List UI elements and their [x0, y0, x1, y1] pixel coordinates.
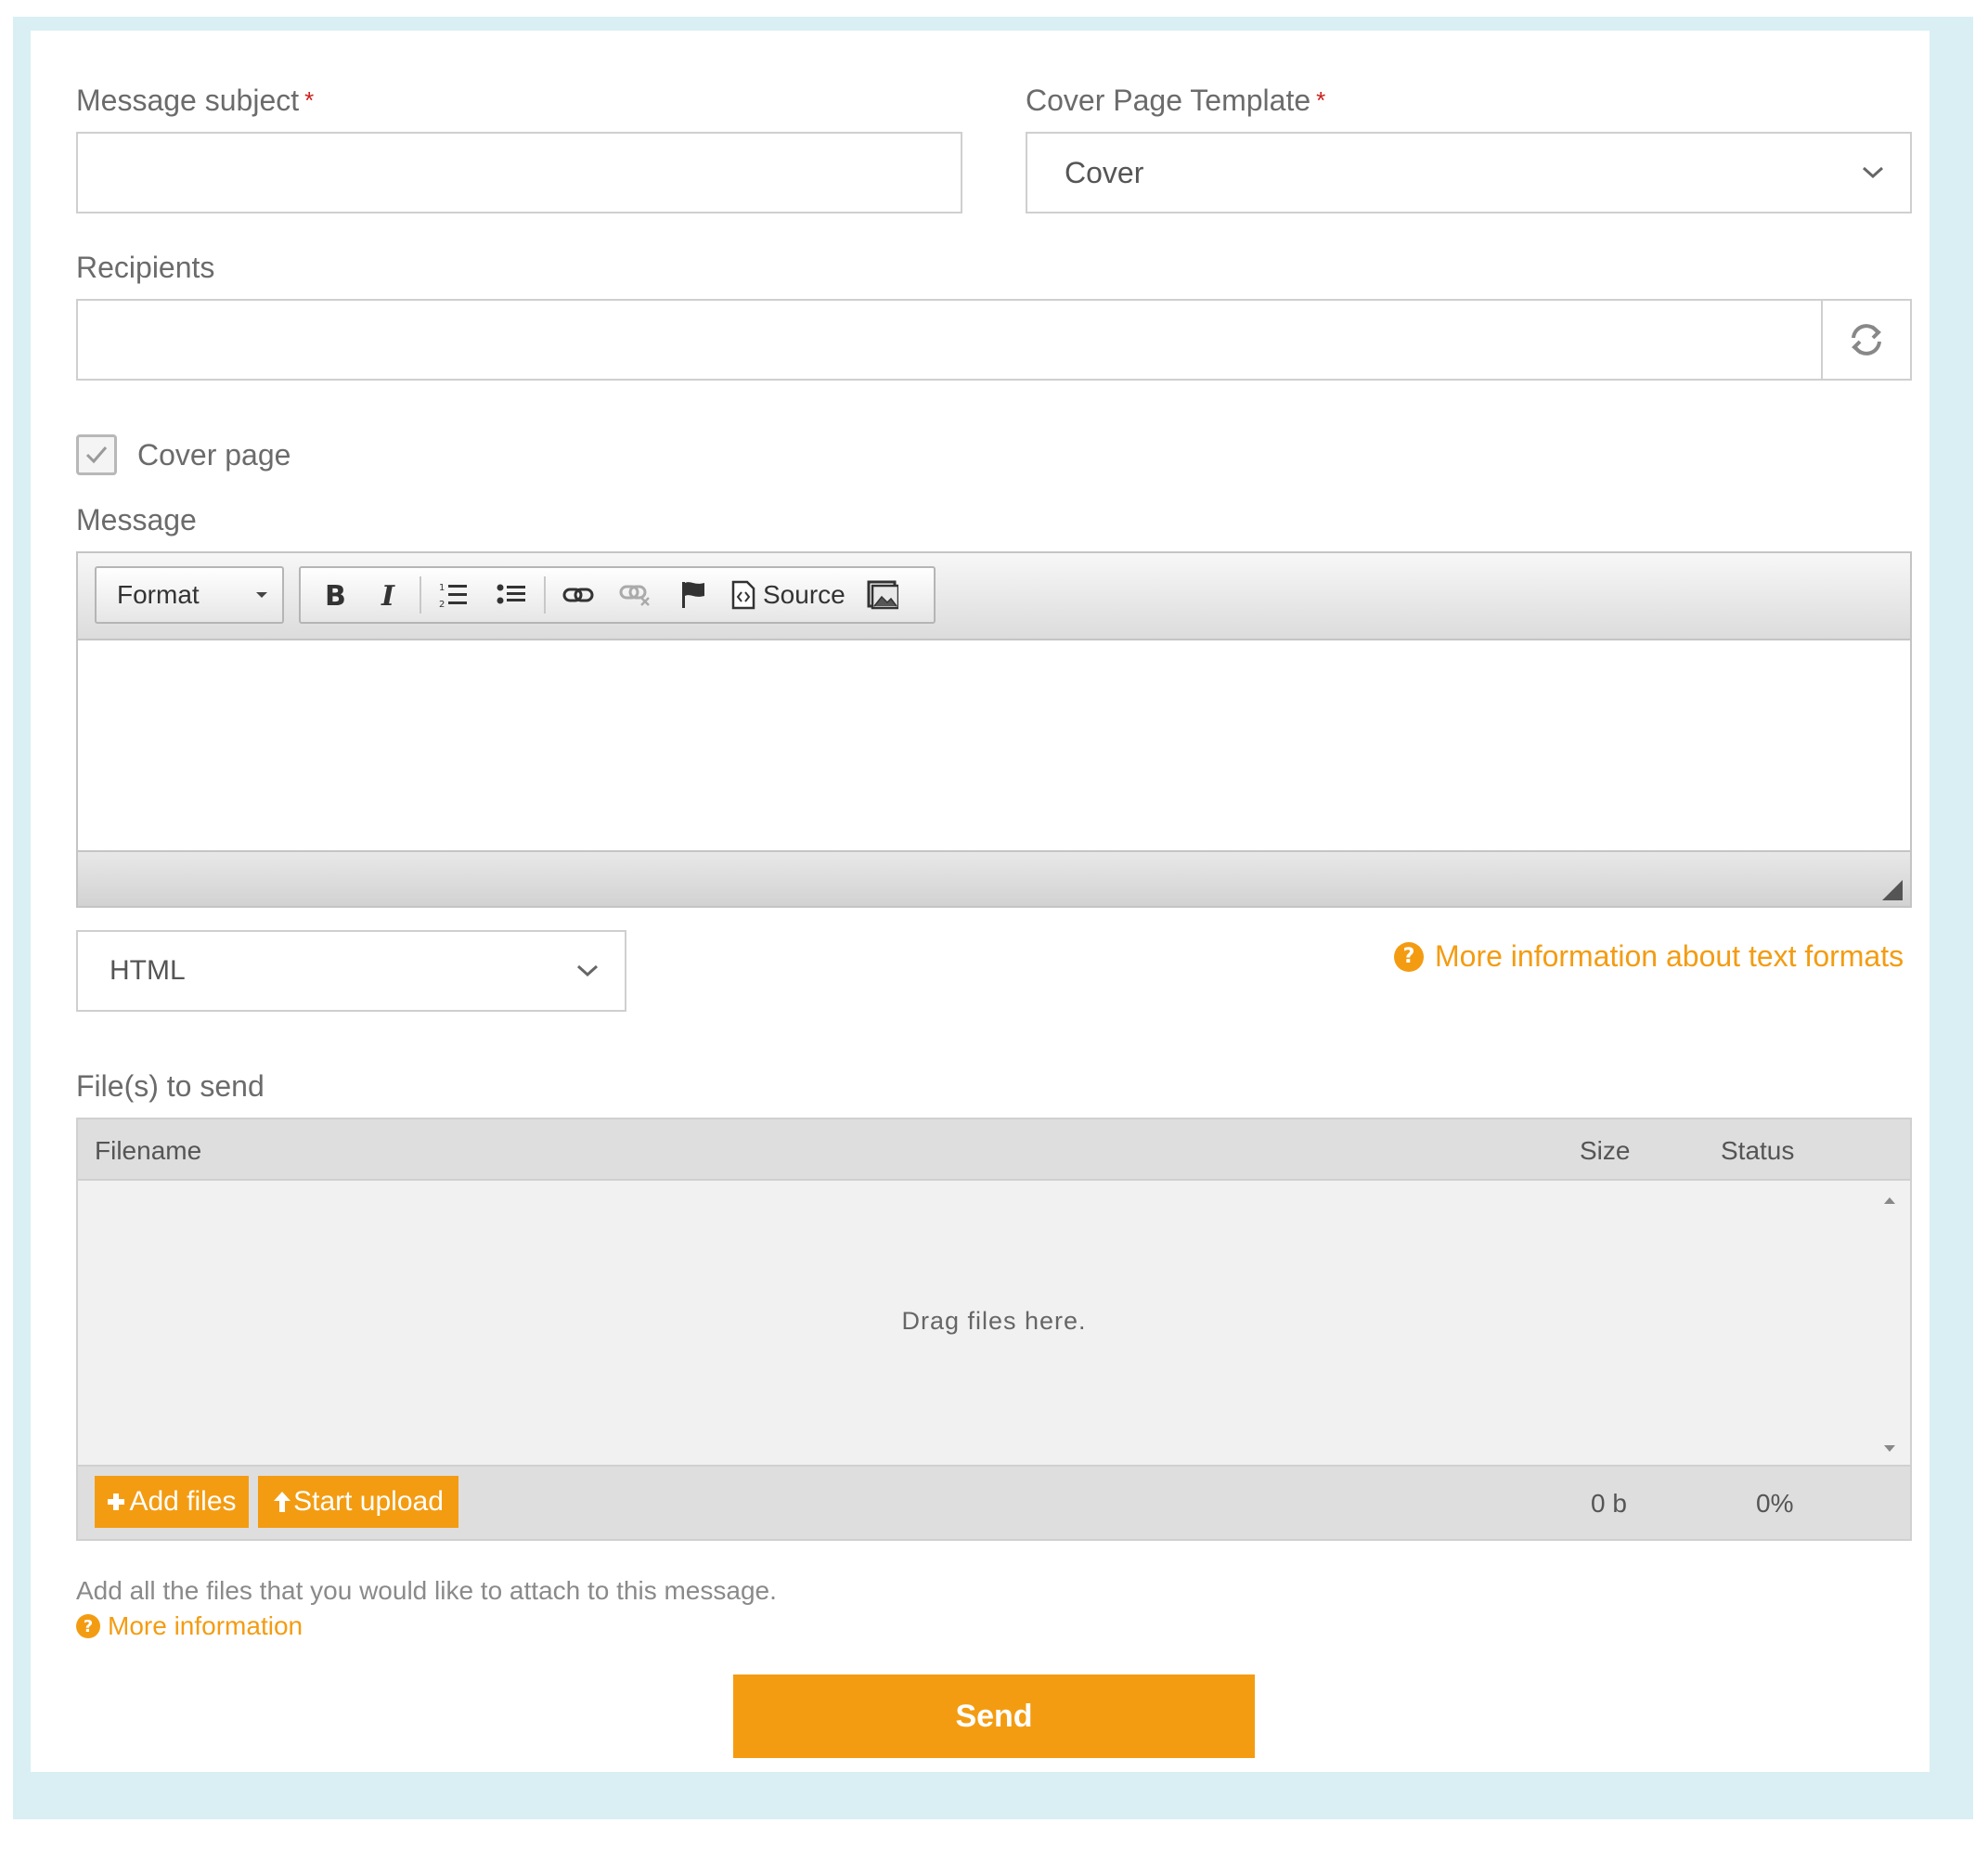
svg-text:1: 1 — [439, 583, 445, 593]
recipients-label: Recipients — [76, 251, 215, 284]
bold-icon: B — [325, 580, 346, 610]
total-status: 0% — [1756, 1489, 1794, 1518]
bulleted-list-button[interactable] — [483, 568, 540, 622]
text-format-select[interactable]: HTML — [76, 930, 626, 1012]
required-mark: * — [304, 86, 315, 114]
file-upload-area[interactable]: Filename Size Status Drag files here. Ad… — [76, 1118, 1912, 1541]
formatting-toolbar-group: B I 1 2 Source — [299, 566, 936, 624]
svg-text:B: B — [325, 580, 346, 610]
file-drop-zone[interactable]: Drag files here. — [78, 1181, 1910, 1465]
subject-label: Message subject * — [76, 85, 314, 115]
numbered-list-button[interactable]: 1 2 — [425, 568, 483, 622]
image-icon — [867, 580, 898, 610]
text-format-value: HTML — [110, 955, 186, 986]
bulleted-list-icon — [497, 584, 525, 604]
text-formats-info-label: More information about text formats — [1435, 939, 1904, 973]
files-info-link[interactable]: ? More information — [76, 1611, 303, 1641]
message-label: Message — [76, 503, 197, 537]
toolbar-separator — [544, 576, 546, 614]
image-button[interactable] — [855, 568, 910, 622]
bold-button[interactable]: B — [308, 568, 362, 622]
help-icon: ? — [76, 1614, 100, 1638]
file-table-footer: Add files Start upload 0 b 0% — [78, 1465, 1910, 1539]
column-header-size: Size — [1580, 1136, 1631, 1165]
required-mark: * — [1316, 86, 1326, 114]
unlink-button[interactable] — [607, 568, 665, 622]
italic-button[interactable]: I — [362, 568, 416, 622]
cover-template-label-text: Cover Page Template — [1026, 84, 1311, 117]
files-info-label: More information — [108, 1611, 303, 1640]
refresh-icon — [1852, 324, 1881, 356]
svg-text:I: I — [381, 580, 395, 610]
files-help-text: Add all the files that you would like to… — [76, 1576, 777, 1605]
refresh-recipients-button[interactable] — [1821, 301, 1910, 379]
message-editor: Format B I 1 2 Source — [76, 551, 1912, 908]
text-formats-info-link[interactable]: ? More information about text formats — [1394, 939, 1904, 974]
cover-template-select[interactable]: Cover — [1026, 132, 1912, 213]
numbered-list-icon: 1 2 — [439, 583, 467, 609]
files-section-label: File(s) to send — [76, 1069, 265, 1103]
add-files-button[interactable]: Add files — [95, 1476, 249, 1528]
flag-icon — [682, 582, 704, 608]
subject-label-text: Message subject — [76, 84, 300, 117]
subject-input[interactable] — [76, 132, 962, 213]
send-button-label: Send — [955, 1698, 1033, 1734]
cover-page-label: Cover page — [137, 438, 291, 472]
editor-status-bar — [78, 850, 1910, 906]
scroll-down-icon[interactable] — [1882, 1444, 1897, 1454]
anchor-button[interactable] — [665, 568, 722, 622]
format-dropdown-label: Format — [117, 580, 200, 609]
unlink-icon — [619, 585, 650, 606]
resize-handle-icon[interactable] — [1882, 880, 1903, 900]
plus-icon — [108, 1493, 125, 1510]
start-upload-label: Start upload — [293, 1486, 444, 1517]
editor-toolbar: Format B I 1 2 Source — [78, 553, 1910, 640]
send-button[interactable]: Send — [733, 1674, 1255, 1758]
link-icon — [562, 588, 594, 602]
help-icon: ? — [1394, 941, 1424, 972]
svg-text:2: 2 — [439, 600, 445, 609]
toolbar-separator — [420, 576, 421, 614]
source-button-label: Source — [763, 580, 846, 609]
chevron-down-icon — [1836, 165, 1910, 180]
drop-zone-hint: Drag files here. — [901, 1307, 1087, 1335]
column-header-status: Status — [1721, 1136, 1795, 1165]
cover-template-label: Cover Page Template * — [1026, 85, 1325, 115]
scroll-up-icon[interactable] — [1882, 1196, 1897, 1205]
check-icon — [85, 446, 108, 464]
source-button[interactable]: Source — [722, 568, 855, 622]
italic-icon: I — [381, 580, 395, 610]
start-upload-button[interactable]: Start upload — [258, 1476, 458, 1528]
source-icon — [731, 580, 755, 610]
file-table-header: Filename Size Status — [78, 1119, 1910, 1181]
cover-page-checkbox[interactable] — [76, 434, 117, 475]
link-button[interactable] — [549, 568, 607, 622]
caret-down-icon — [256, 592, 267, 598]
format-dropdown[interactable]: Format — [95, 566, 284, 624]
chevron-down-icon — [550, 963, 625, 978]
column-header-filename: Filename — [95, 1136, 202, 1165]
add-files-label: Add files — [129, 1486, 237, 1517]
total-size: 0 b — [1591, 1489, 1627, 1518]
arrow-up-icon — [274, 1492, 291, 1512]
editor-content-area[interactable] — [78, 640, 1910, 850]
recipients-input[interactable] — [76, 299, 1912, 381]
cover-template-value: Cover — [1065, 155, 1144, 189]
